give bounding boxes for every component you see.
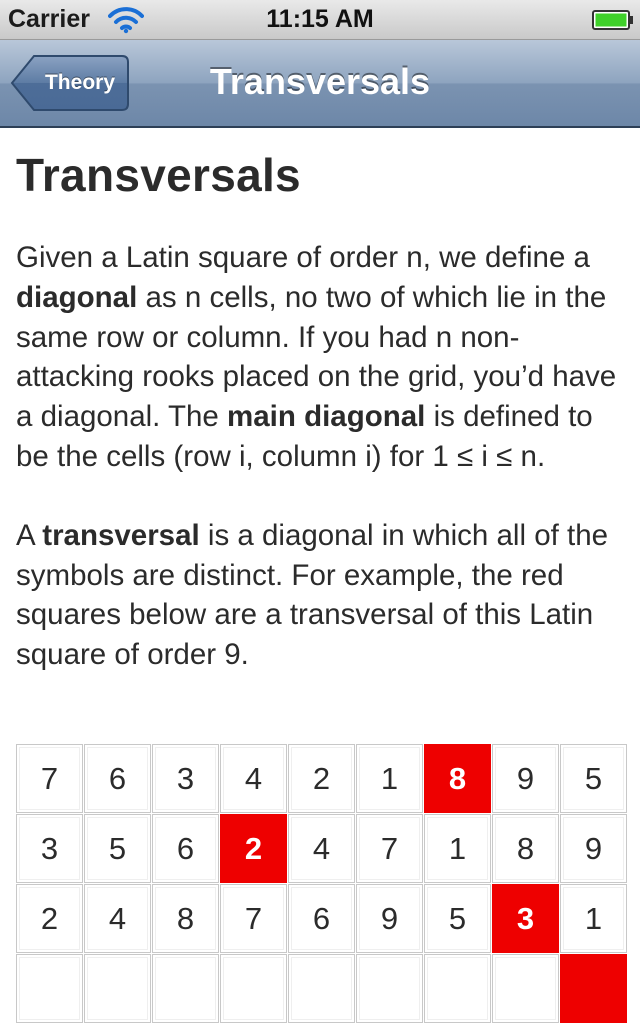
grid-cell bbox=[356, 954, 423, 1023]
grid-cell: 3 bbox=[16, 814, 83, 883]
grid-cell: 9 bbox=[356, 884, 423, 953]
grid-cell: 6 bbox=[84, 744, 151, 813]
transversal-cell: 8 bbox=[424, 744, 491, 813]
term-bold: transversal bbox=[42, 518, 200, 552]
grid-cell: 9 bbox=[560, 814, 627, 883]
grid-cell: 5 bbox=[424, 884, 491, 953]
grid-cell: 3 bbox=[152, 744, 219, 813]
grid-cell bbox=[16, 954, 83, 1023]
grid-cell: 4 bbox=[288, 814, 355, 883]
grid-cell: 5 bbox=[84, 814, 151, 883]
grid-cell: 8 bbox=[492, 814, 559, 883]
grid-cell: 6 bbox=[288, 884, 355, 953]
navigation-bar: Theory Transversals bbox=[0, 40, 640, 128]
grid-cell: 2 bbox=[16, 884, 83, 953]
grid-cell bbox=[492, 954, 559, 1023]
status-time: 11:15 AM bbox=[266, 5, 374, 33]
grid-cell: 4 bbox=[84, 884, 151, 953]
grid-cell: 5 bbox=[560, 744, 627, 813]
grid-cell: 1 bbox=[560, 884, 627, 953]
grid-cell bbox=[424, 954, 491, 1023]
back-button-label: Theory bbox=[44, 71, 115, 94]
transversal-cell: 2 bbox=[220, 814, 287, 883]
status-bar: Carrier 11:15 AM bbox=[0, 0, 640, 40]
paragraph-text: A bbox=[16, 518, 43, 552]
definition-paragraph: Given a Latin square of order n, we defi… bbox=[16, 238, 628, 477]
grid-cell bbox=[152, 954, 219, 1023]
grid-cell bbox=[220, 954, 287, 1023]
transversal-paragraph: A transversal is a diagonal in which all… bbox=[16, 516, 628, 675]
back-button[interactable]: Theory bbox=[10, 54, 130, 112]
grid-cell: 7 bbox=[16, 744, 83, 813]
term-bold: diagonal bbox=[16, 280, 138, 314]
grid-cell: 1 bbox=[356, 744, 423, 813]
article-content: Transversals Given a Latin square of ord… bbox=[16, 128, 628, 675]
battery-icon bbox=[592, 10, 633, 30]
term-bold: main diagonal bbox=[227, 400, 426, 434]
grid-cell: 7 bbox=[356, 814, 423, 883]
grid-cell bbox=[84, 954, 151, 1023]
grid-cell bbox=[288, 954, 355, 1023]
grid-cell: 7 bbox=[220, 884, 287, 953]
latin-square-grid: 763421895356247189248769531 bbox=[16, 744, 628, 1024]
grid-cell: 2 bbox=[288, 744, 355, 813]
paragraph-text: Given a Latin square of order n, we defi… bbox=[16, 241, 590, 274]
grid-cell: 1 bbox=[424, 814, 491, 883]
grid-cell: 8 bbox=[152, 884, 219, 953]
grid-cell: 6 bbox=[152, 814, 219, 883]
nav-title: Transversals bbox=[209, 61, 431, 102]
grid-cell: 9 bbox=[492, 744, 559, 813]
transversal-cell bbox=[560, 954, 627, 1023]
grid-cell: 4 bbox=[220, 744, 287, 813]
page-title: Transversals bbox=[16, 149, 301, 201]
transversal-cell: 3 bbox=[492, 884, 559, 953]
